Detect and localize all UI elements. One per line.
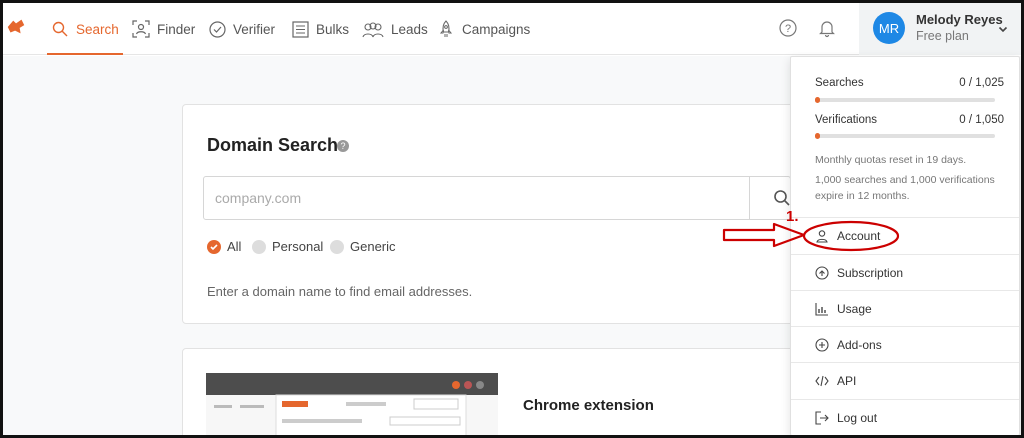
subscription-icon [815, 266, 829, 280]
filter-personal-radio[interactable]: Personal [252, 239, 323, 254]
annotation-arrow-icon [722, 222, 806, 248]
nav-finder[interactable]: Finder [132, 3, 195, 55]
nav-finder-label: Finder [157, 21, 196, 37]
usage-chart-icon [815, 303, 828, 316]
code-icon [815, 375, 829, 387]
hunter-logo-icon[interactable] [5, 16, 27, 38]
verifications-quota-label: Verifications [815, 114, 878, 126]
menu-item-subscription[interactable]: Subscription [791, 255, 1019, 291]
domain-search-input[interactable] [203, 176, 791, 220]
filter-generic-label: Generic [350, 239, 396, 254]
search-button-divider [749, 176, 750, 220]
searches-quota-bar [815, 97, 995, 103]
page-title: Domain Search [207, 135, 339, 155]
rocket-icon [437, 20, 455, 38]
avatar: MR [873, 12, 905, 44]
checkmark-icon [207, 239, 221, 254]
domain-search-card: Domain Search ? All Personal Generic Ent… [182, 104, 822, 324]
nav-verifier[interactable]: Verifier [208, 3, 275, 55]
user-name: Melody Reyes [916, 12, 1003, 27]
nav-verifier-label: Verifier [233, 21, 276, 37]
nav-leads[interactable]: Leads [362, 3, 428, 55]
search-button-icon[interactable] [773, 189, 791, 207]
searches-quota-label: Searches [815, 77, 864, 89]
svg-text:?: ? [785, 23, 791, 35]
nav-search[interactable]: Search [47, 3, 123, 55]
menu-item-add-ons-label: Add-ons [837, 338, 882, 352]
menu-item-add-ons[interactable]: Add-ons [791, 327, 1019, 363]
logout-icon [815, 411, 829, 425]
nav-search-label: Search [76, 21, 119, 37]
menu-item-log-out-label: Log out [837, 411, 878, 425]
filter-all-label: All [227, 239, 242, 254]
filter-personal-label: Personal [272, 239, 324, 254]
annotation-ellipse [802, 220, 900, 252]
extension-preview-image [206, 373, 498, 438]
verifications-quota-bar [815, 133, 995, 139]
filter-all-radio[interactable]: All [207, 239, 241, 254]
quota-expiry-note: 1,000 searches and 1,000 verifications e… [815, 174, 995, 202]
searches-quota-value: 0 / 1,025 [959, 77, 1004, 89]
verifications-quota-fill [815, 133, 820, 139]
bulks-icon [291, 20, 309, 38]
top-navigation-bar: Search Finder Verifier Bulks Leads Campa… [3, 3, 1021, 55]
searches-quota-fill [815, 97, 820, 103]
menu-item-subscription-label: Subscription [837, 266, 904, 280]
nav-leads-label: Leads [391, 21, 428, 37]
filter-generic-radio[interactable]: Generic [330, 239, 396, 254]
menu-item-api[interactable]: API [791, 363, 1019, 399]
nav-bulks-label: Bulks [316, 21, 350, 37]
radio-circle-icon [330, 239, 344, 254]
radio-circle-icon [252, 239, 266, 254]
help-icon[interactable]: ? [778, 18, 798, 38]
chrome-extension-card: Chrome extension [182, 348, 822, 438]
add-icon [815, 338, 829, 352]
user-menu-toggle[interactable]: MR Melody Reyes Free plan [859, 3, 1021, 55]
nav-campaigns-label: Campaigns [462, 21, 531, 37]
chevron-down-icon [998, 26, 1008, 33]
annotation-step-number: 1. [786, 208, 799, 225]
nav-campaigns[interactable]: Campaigns [437, 3, 530, 55]
nav-bulks[interactable]: Bulks [291, 3, 349, 55]
leads-icon [362, 20, 384, 38]
chrome-extension-title: Chrome extension [523, 397, 654, 414]
search-icon [51, 20, 69, 38]
finder-icon [132, 20, 150, 38]
quota-reset-note: Monthly quotas reset in 19 days. [815, 154, 967, 166]
menu-item-usage[interactable]: Usage [791, 291, 1019, 327]
verifier-icon [208, 20, 226, 38]
menu-item-api-label: API [837, 374, 857, 388]
menu-item-usage-label: Usage [837, 302, 872, 316]
user-plan: Free plan [916, 29, 969, 43]
verifications-quota-value: 0 / 1,050 [959, 114, 1004, 126]
menu-item-log-out[interactable]: Log out [791, 400, 1019, 436]
bell-icon[interactable] [817, 18, 837, 38]
search-hint-text: Enter a domain name to find email addres… [207, 284, 473, 299]
question-mark-icon[interactable]: ? [337, 140, 349, 152]
